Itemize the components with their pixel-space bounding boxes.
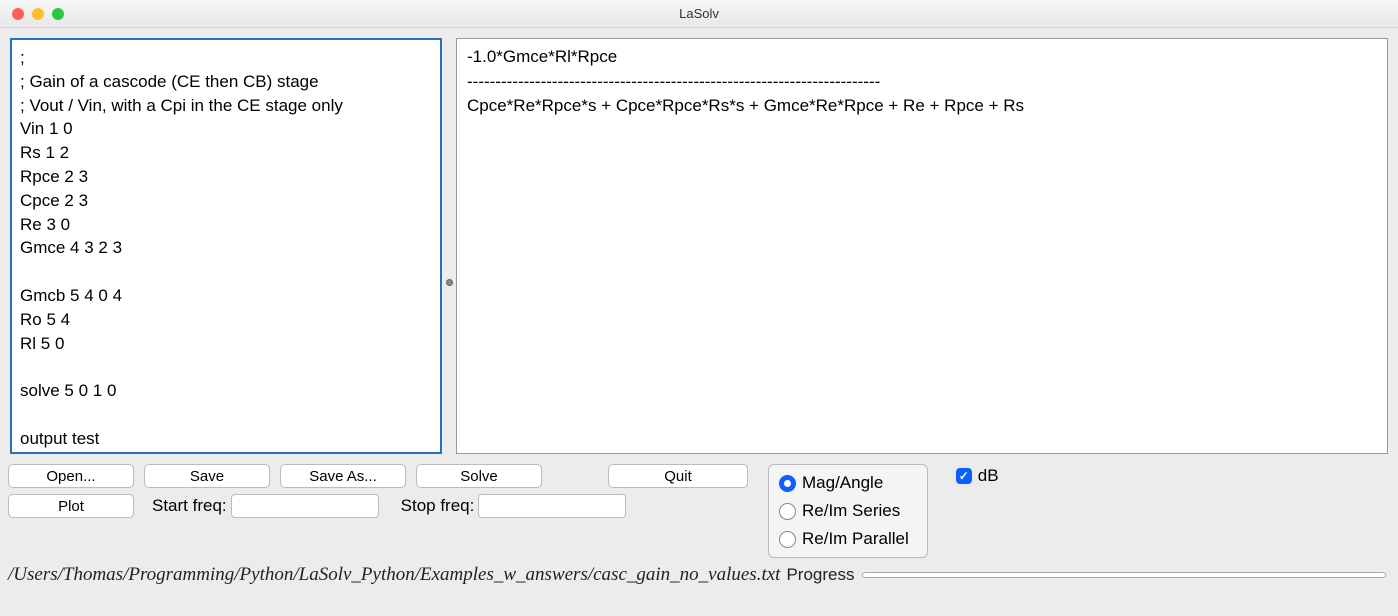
checkbox-checked-icon: ✓ xyxy=(956,468,972,484)
traffic-lights xyxy=(0,8,64,20)
minimize-icon[interactable] xyxy=(32,8,44,20)
editor-pane[interactable]: ; ; Gain of a cascode (CE then CB) stage… xyxy=(10,38,442,454)
save-as-button[interactable]: Save As... xyxy=(280,464,406,488)
stop-freq-input[interactable] xyxy=(478,494,626,518)
radio-checked-icon xyxy=(779,475,796,492)
maximize-icon[interactable] xyxy=(52,8,64,20)
radio-unchecked-icon xyxy=(779,503,796,520)
radio-re-im-series-label: Re/Im Series xyxy=(802,501,900,521)
radio-re-im-parallel[interactable]: Re/Im Parallel xyxy=(779,529,909,549)
statusbar: /Users/Thomas/Programming/Python/LaSolv_… xyxy=(0,560,1398,590)
splitter-handle[interactable] xyxy=(444,276,454,288)
radio-re-im-series[interactable]: Re/Im Series xyxy=(779,501,909,521)
titlebar: LaSolv xyxy=(0,0,1398,28)
radio-mag-angle-label: Mag/Angle xyxy=(802,473,883,493)
plot-mode-radio-group: Mag/Angle Re/Im Series Re/Im Parallel xyxy=(768,464,928,558)
controls-bar: Open... Save Save As... Solve Quit Plot … xyxy=(0,460,1398,560)
plot-button[interactable]: Plot xyxy=(8,494,134,518)
radio-unchecked-icon xyxy=(779,531,796,548)
start-freq-label: Start freq: xyxy=(152,496,227,516)
db-checkbox[interactable]: ✓ dB xyxy=(956,466,999,486)
db-checkbox-label: dB xyxy=(978,466,999,486)
close-icon[interactable] xyxy=(12,8,24,20)
stop-freq-label: Stop freq: xyxy=(401,496,475,516)
open-button[interactable]: Open... xyxy=(8,464,134,488)
splitter-dot-icon xyxy=(446,279,453,286)
start-freq-input[interactable] xyxy=(231,494,379,518)
radio-mag-angle[interactable]: Mag/Angle xyxy=(779,473,909,493)
output-pane: -1.0*Gmce*Rl*Rpce ----------------------… xyxy=(456,38,1388,454)
quit-button[interactable]: Quit xyxy=(608,464,748,488)
save-button[interactable]: Save xyxy=(144,464,270,488)
progress-label: Progress xyxy=(786,565,854,585)
file-path: /Users/Thomas/Programming/Python/LaSolv_… xyxy=(8,564,780,586)
main-area: ; ; Gain of a cascode (CE then CB) stage… xyxy=(0,28,1398,460)
solve-button[interactable]: Solve xyxy=(416,464,542,488)
progress-bar xyxy=(862,572,1386,578)
radio-re-im-parallel-label: Re/Im Parallel xyxy=(802,529,909,549)
window-title: LaSolv xyxy=(679,6,719,21)
